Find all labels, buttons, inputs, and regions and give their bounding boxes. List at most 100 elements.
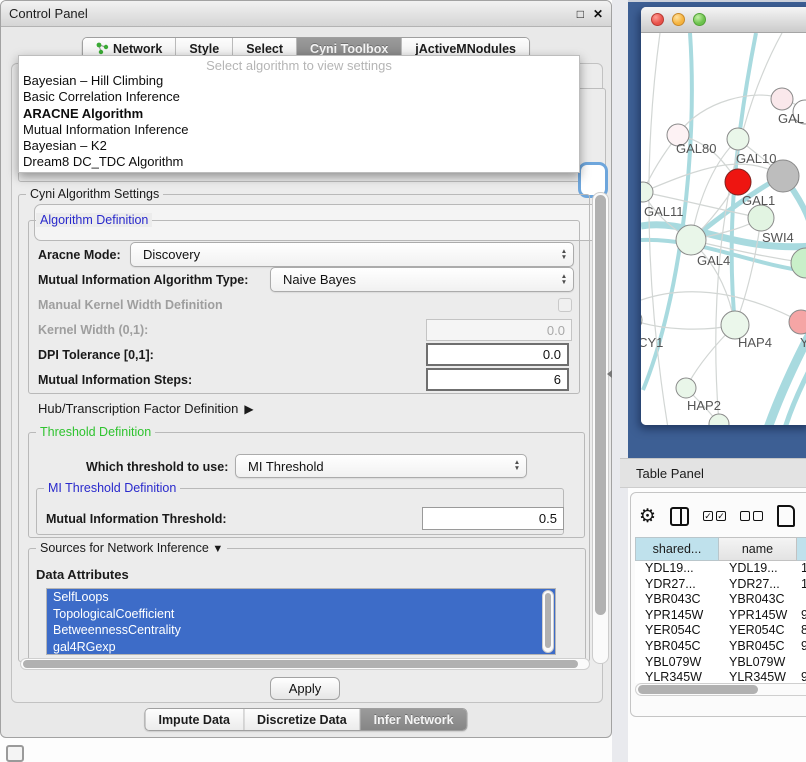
gear-icon[interactable]: ⚙ [639,507,656,526]
algorithm-option[interactable]: Bayesian – Hill Climbing [19,73,579,89]
mi-threshold-field[interactable]: 0.5 [422,507,564,530]
hub-definition-disclosure[interactable]: Hub/Transcription Factor Definition▶ [38,401,254,416]
table-row[interactable]: YDR27...YDR27...12 [635,577,806,593]
table-cell: YDR27... [635,577,719,593]
settings-vertical-scrollbar[interactable] [592,192,609,664]
algorithm-option[interactable]: Dream8 DC_TDC Algorithm [19,154,579,170]
column-header-name[interactable]: name [719,537,797,561]
cyni-algorithm-settings-title: Cyni Algorithm Settings [26,187,163,201]
table-cell: YLR345W [719,670,797,683]
aracne-mode-combobox[interactable]: Discovery ▲▼ [130,242,574,267]
control-panel-titlebar[interactable]: Control Panel □ ✕ [1,1,611,27]
sources-title: Sources for Network Inference [40,541,209,555]
network-window-titlebar[interactable] [641,7,806,33]
table-cell: YBL079W [635,655,719,671]
attributes-list-scrollbar[interactable] [542,590,554,653]
mi-steps-label: Mutual Information Steps: [38,373,192,387]
table-document-icon[interactable] [777,505,795,527]
column-header-a[interactable]: A [797,537,806,561]
zoom-traffic-light-icon[interactable] [693,13,706,26]
attribute-list-item[interactable]: SelfLoops [47,589,555,606]
table-panel-titlebar[interactable]: Table Panel [620,458,806,488]
network-view-window[interactable]: GALGAL80GAL10GAL11GAL1SWI4GAL4GCY1HAP4YH… [641,7,806,425]
tab-infer-network[interactable]: Infer Network [361,709,467,730]
table-row[interactable]: YBR043CYBR043C [635,592,806,608]
threshold-definition-title: Threshold Definition [36,425,155,439]
table-body: YDL19...YDL19...13YDR27...YDR27...12YBR0… [635,561,806,683]
tab-impute-data[interactable]: Impute Data [145,709,244,730]
node-gal4[interactable] [676,225,706,255]
attribute-list-item[interactable]: gal4RGexp [47,639,555,656]
panel-divider[interactable] [612,0,628,762]
table-row[interactable]: YBL079WYBL079W [635,655,806,671]
node-label: GAL1 [742,193,775,208]
algorithm-option[interactable]: Bayesian – K2 [19,138,579,154]
mi-algorithm-type-combobox[interactable]: Naive Bayes ▲▼ [270,267,574,292]
node-gal1[interactable] [748,205,774,231]
table-cell: 13 [797,561,806,577]
node-gcy1[interactable] [641,310,642,330]
dpi-tolerance-field[interactable]: 0.0 [426,343,569,366]
node-swi4[interactable] [791,248,806,278]
tab-discretize-data[interactable]: Discretize Data [244,709,361,730]
kernel-width-field[interactable]: 0.0 [426,319,572,341]
apply-button[interactable]: Apply [270,677,340,700]
attribute-list-item[interactable]: BetweennessCentrality [47,622,555,639]
close-window-icon[interactable]: ✕ [593,7,603,21]
node-pink-top[interactable] [771,88,793,110]
column-header-shared-[interactable]: shared... [635,537,719,561]
node-label: SWI4 [762,230,794,245]
algorithm-option[interactable]: ARACNE Algorithm [19,106,579,122]
table-cell: YER054C [635,623,719,639]
screen: Control Panel □ ✕ NetworkStyleSelectCyni… [0,0,806,762]
table-cell: YPR145W [635,608,719,624]
node-label: HAP4 [738,335,772,350]
combo-spinner-icon: ▲▼ [555,274,573,286]
combo-spinner-icon: ▲▼ [555,249,573,261]
node-pink-right[interactable] [789,310,806,334]
settings-scrollbar-thumb[interactable] [595,195,606,615]
table-row[interactable]: YDL19...YDL19...13 [635,561,806,577]
splitter-arrow-icon[interactable] [607,370,612,378]
table-row[interactable]: YLR345WYLR345W9. [635,670,806,683]
cyni-bottom-tabbar: Impute DataDiscretize DataInfer Network [144,708,467,731]
table-cell: YBR043C [635,592,719,608]
node-red[interactable] [725,169,751,195]
algorithm-option[interactable]: Mutual Information Inference [19,122,579,138]
algorithm-option[interactable]: Basic Correlation Inference [19,89,579,105]
table-cell: 9. [797,639,806,655]
node-label: GAL80 [676,141,716,156]
table-horizontal-scrollbar[interactable] [635,683,806,696]
mi-threshold-label: Mutual Information Threshold: [46,512,227,526]
minimize-traffic-light-icon[interactable] [672,13,685,26]
table-cell: YER054C [719,623,797,639]
attribute-list-item[interactable]: TopologicalCoefficient [47,606,555,623]
split-columns-icon[interactable] [670,507,689,526]
deselect-all-columns-icon[interactable] [740,511,763,521]
node-gal10[interactable] [727,128,749,150]
table-cell: YLR345W [635,670,719,683]
node-gal11[interactable] [641,182,653,202]
table-row[interactable]: YPR145WYPR145W9. [635,608,806,624]
chevron-down-icon: ▼ [212,543,223,555]
settings-horizontal-scrollbar[interactable] [20,658,590,670]
table-row[interactable]: YER054CYER054C8. [635,623,806,639]
select-all-columns-icon[interactable]: ✓✓ [703,511,726,521]
network-icon [96,42,109,55]
dpi-tolerance-label: DPI Tolerance [0,1]: [38,348,154,362]
float-window-icon[interactable]: □ [577,7,584,21]
close-traffic-light-icon[interactable] [651,13,664,26]
table-cell: 12 [797,577,806,593]
node-hap2[interactable] [676,378,696,398]
data-attributes-list[interactable]: SelfLoopsTopologicalCoefficientBetweenne… [46,588,556,655]
minimized-window-icon[interactable] [6,745,24,762]
table-header-row: shared...nameA [635,537,806,561]
combo-spinner-icon: ▲▼ [508,460,526,472]
control-panel-title: Control Panel [9,6,88,21]
which-threshold-combobox[interactable]: MI Threshold ▲▼ [235,454,527,478]
mi-steps-field[interactable]: 6 [426,368,569,391]
network-canvas[interactable]: GALGAL80GAL10GAL11GAL1SWI4GAL4GCY1HAP4YH… [641,33,806,425]
table-row[interactable]: YBR045CYBR045C9. [635,639,806,655]
table-cell: 9. [797,608,806,624]
manual-kernel-width-checkbox[interactable] [558,298,572,312]
